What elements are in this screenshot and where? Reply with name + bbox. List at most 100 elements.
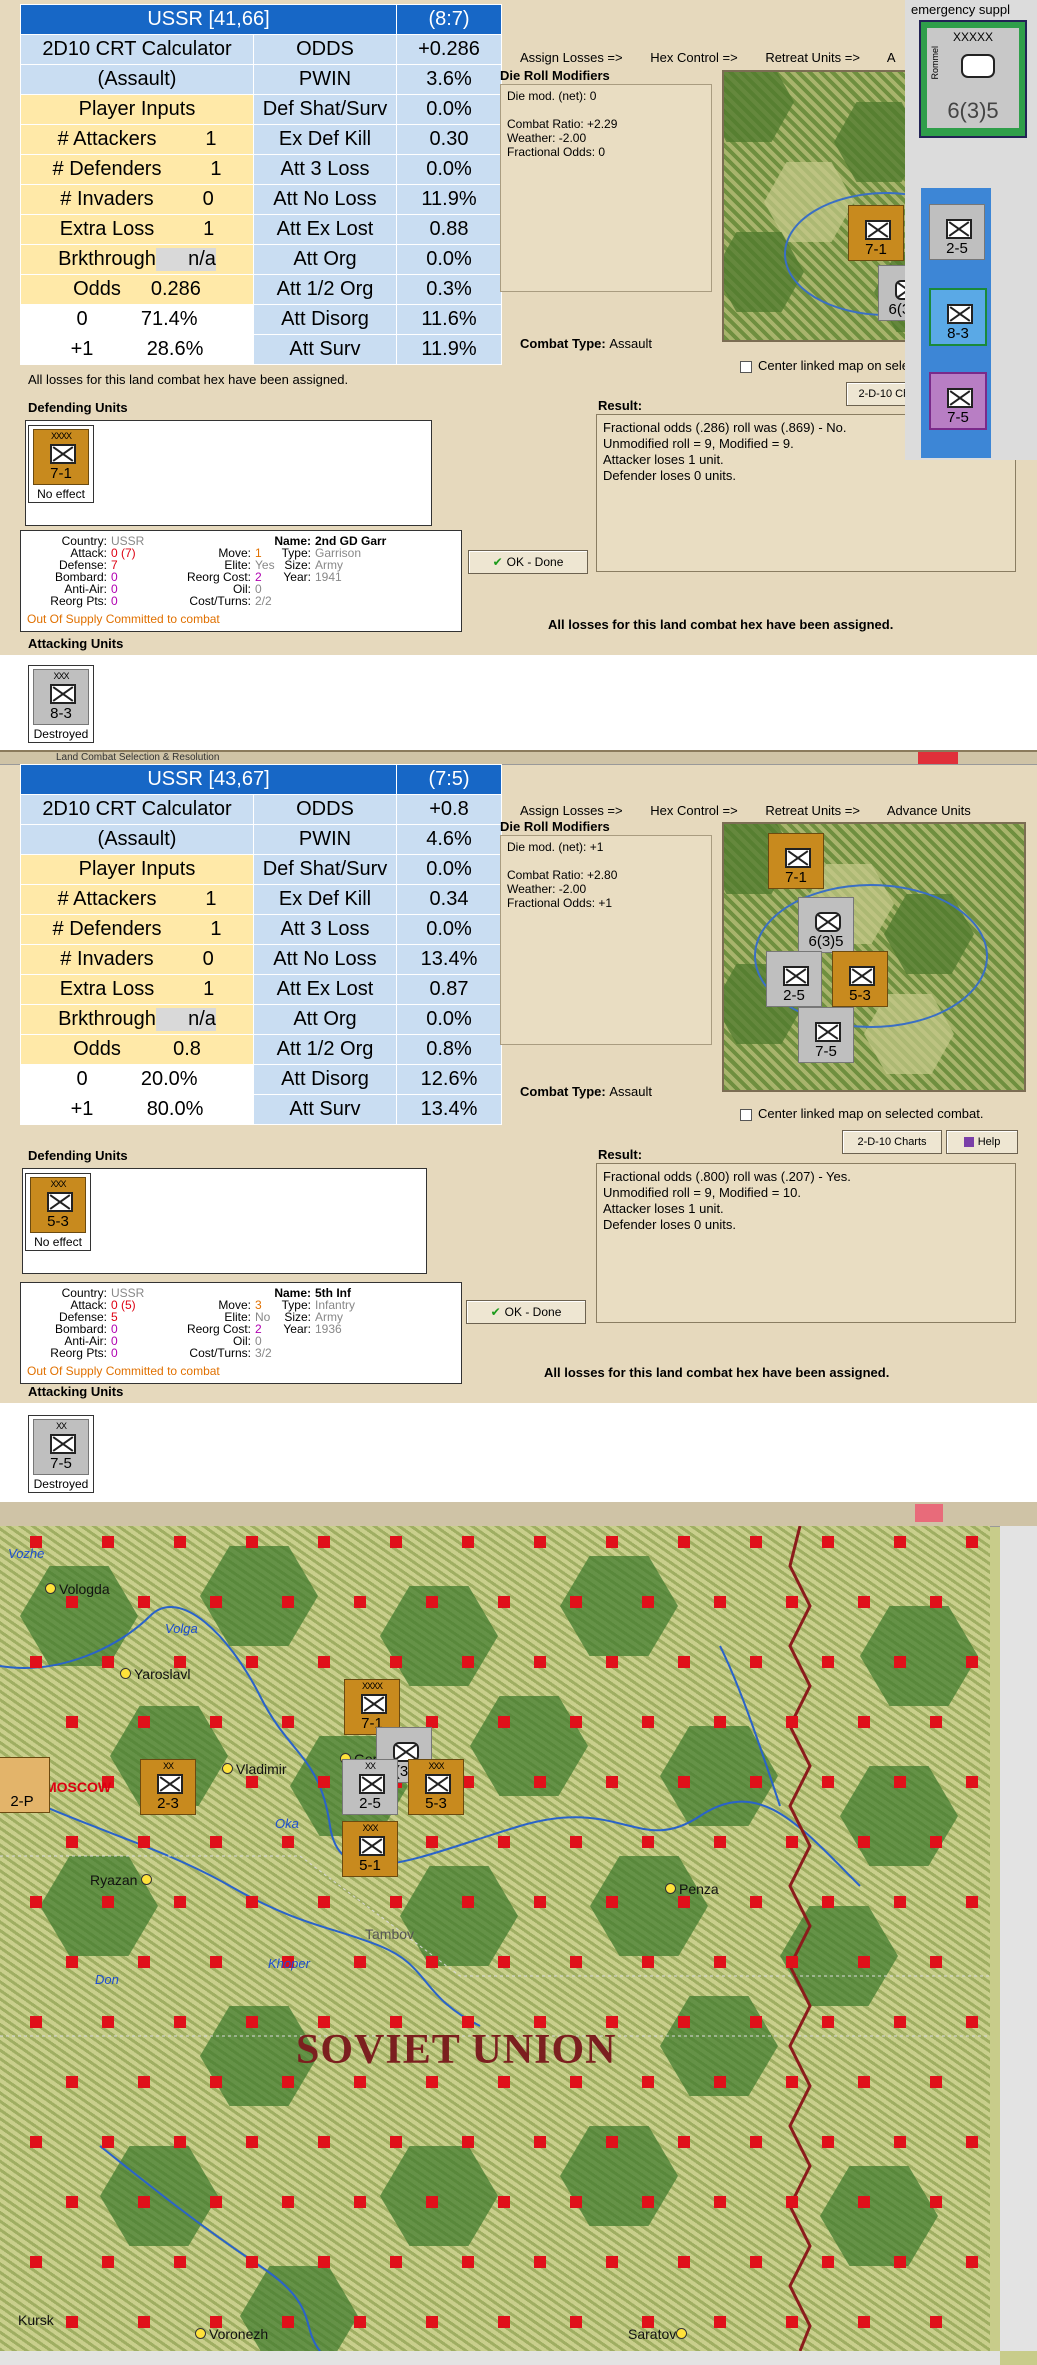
supply-marker-icon (282, 2196, 294, 2208)
menu-retreat-units[interactable]: Retreat Units => (765, 50, 860, 65)
supply-marker-icon (714, 1956, 726, 1968)
ok-done-button[interactable]: ✔ OK - Done (466, 1300, 586, 1324)
supply-marker-icon (390, 2256, 402, 2268)
supply-marker-icon (858, 1956, 870, 1968)
supply-marker-icon (966, 1536, 978, 1548)
ok-done-button[interactable]: ✔ OK - Done (468, 550, 588, 574)
menu-advance-units[interactable]: Advance Units (887, 803, 971, 818)
defending-units-box: XXX 5-3 No effect (22, 1168, 427, 1274)
help-button[interactable]: Help (946, 1130, 1018, 1154)
hex-map[interactable]: Vologda Yaroslavl Vladimir Gorki Ryazan … (0, 1526, 990, 2365)
invaders-input[interactable]: 0 (154, 948, 214, 971)
linked-minimap[interactable]: 7-1 6(3)5 2-5 5-3 7-5 (722, 822, 1026, 1092)
city-vologda[interactable]: Vologda (45, 1581, 110, 1597)
supply-marker-icon (606, 1896, 618, 1908)
supply-marker-icon (822, 2136, 834, 2148)
unit-stack[interactable]: 2-5 8-3 7-5 (921, 188, 991, 458)
city-tambov[interactable]: Tambov (365, 1926, 414, 1942)
defenders-input[interactable]: 1 (161, 918, 221, 941)
supply-marker-icon (354, 2076, 366, 2088)
minimap-unit[interactable]: 7-5 (794, 1004, 858, 1080)
supply-marker-icon (786, 1956, 798, 1968)
city-voronezh[interactable]: Voronezh (195, 2326, 268, 2342)
combat-type: Combat Type: Assault (520, 1084, 652, 1099)
calc-cell: Att 3 Loss (253, 154, 397, 185)
supply-marker-icon (498, 1836, 510, 1848)
supply-marker-icon (534, 1536, 546, 1548)
city-kursk[interactable]: Kursk (18, 2312, 54, 2328)
supply-marker-icon (282, 1596, 294, 1608)
calc-cell: 0.34 (396, 884, 502, 915)
supply-marker-icon (138, 1716, 150, 1728)
attacker-card[interactable]: XXX 8-3 Destroyed (28, 665, 94, 743)
calc-cell: 0.87 (396, 974, 502, 1005)
city-vladimir[interactable]: Vladimir (222, 1761, 287, 1777)
center-link-checkbox[interactable]: Center linked map on selected combat. (740, 1106, 983, 1121)
map-unit[interactable]: 2-P (0, 1754, 54, 1830)
calc-cell: 11.9% (396, 184, 502, 215)
charts-button[interactable]: 2-D-10 Charts (842, 1130, 942, 1154)
extra-loss-input[interactable]: 1 (154, 978, 214, 1001)
defenders-input[interactable]: 1 (161, 158, 221, 181)
city-saratov[interactable]: Saratov (628, 2326, 690, 2342)
map-unit[interactable]: XXX 5-1 (338, 1818, 402, 1894)
hq-card[interactable]: XXXXX Rommel 6(3)5 (919, 20, 1027, 138)
drm-line: Weather: -2.00 (507, 882, 587, 896)
supply-marker-icon (930, 1836, 942, 1848)
map-flag-icon (915, 1504, 943, 1522)
attackers-input[interactable]: 1 (156, 128, 216, 151)
close-icon[interactable] (918, 752, 958, 764)
checkbox-icon[interactable] (740, 1108, 752, 1121)
calc-cell: Def Shat/Surv (253, 94, 397, 125)
menu-assign-losses[interactable]: Assign Losses => (520, 50, 623, 65)
supply-marker-icon (282, 1716, 294, 1728)
breakthrough-input[interactable]: n/a (155, 248, 216, 271)
menu-retreat-units[interactable]: Retreat Units => (765, 803, 860, 818)
center-link-checkbox[interactable]: Center linked map on sele (740, 358, 909, 373)
calc-cell: Att Org (253, 244, 397, 275)
supply-marker-icon (462, 2136, 474, 2148)
defender-card[interactable]: XXXX 7-1 No effect (28, 425, 94, 503)
map-horizontal-scrollbar[interactable] (0, 2351, 1000, 2365)
attacking-units-box: XXX 8-3 Destroyed (0, 655, 1037, 750)
city-penza[interactable]: Penza (665, 1881, 719, 1897)
supply-marker-icon (138, 1836, 150, 1848)
supply-marker-icon (642, 1836, 654, 1848)
map-unit[interactable]: XXX 5-3 (404, 1756, 468, 1832)
supply-marker-icon (678, 2136, 690, 2148)
supply-marker-icon (426, 2076, 438, 2088)
supply-marker-icon (606, 2256, 618, 2268)
attackers-input[interactable]: 1 (156, 888, 216, 911)
calc-cell: 0.88 (396, 214, 502, 245)
river-volga: Volga (165, 1621, 198, 1636)
attacker-card[interactable]: XX 7-5 Destroyed (28, 1415, 94, 1493)
hq-symbol-icon (961, 54, 995, 78)
main-map[interactable]: Vologda Yaroslavl Vladimir Gorki Ryazan … (0, 1502, 1037, 2365)
supply-marker-icon (894, 1656, 906, 1668)
calc-cell: 11.9% (396, 334, 502, 365)
calc-cell: 0.0% (396, 854, 502, 885)
defender-status: No effect (37, 487, 85, 501)
map-vertical-scrollbar[interactable] (1000, 1526, 1037, 2351)
map-unit[interactable]: XX 2-3 (136, 1756, 200, 1832)
breakthrough-input[interactable]: n/a (155, 1008, 216, 1031)
city-yaroslavl[interactable]: Yaroslavl (120, 1666, 191, 1682)
supply-marker-icon (570, 2196, 582, 2208)
supply-marker-icon (750, 2136, 762, 2148)
extra-loss-input[interactable]: 1 (154, 218, 214, 241)
city-moscow[interactable]: MOSCOW (45, 1779, 111, 1795)
city-ryazan[interactable]: Ryazan (90, 1872, 155, 1888)
menu-advance-units[interactable]: A (887, 50, 896, 65)
menu-hex-control[interactable]: Hex Control => (650, 803, 737, 818)
checkbox-icon[interactable] (740, 360, 752, 373)
menu-assign-losses[interactable]: Assign Losses => (520, 803, 623, 818)
calc-cell: Att Surv (253, 1094, 397, 1125)
menu-hex-control[interactable]: Hex Control => (650, 50, 737, 65)
defender-card[interactable]: XXX 5-3 No effect (25, 1173, 91, 1251)
drm-line (507, 854, 705, 868)
supply-marker-icon (498, 1716, 510, 1728)
calc-cell: # Invaders 0 (20, 944, 254, 975)
drm-title: Die Roll Modifiers (500, 819, 610, 834)
invaders-input[interactable]: 0 (154, 188, 214, 211)
supply-marker-icon (642, 1596, 654, 1608)
